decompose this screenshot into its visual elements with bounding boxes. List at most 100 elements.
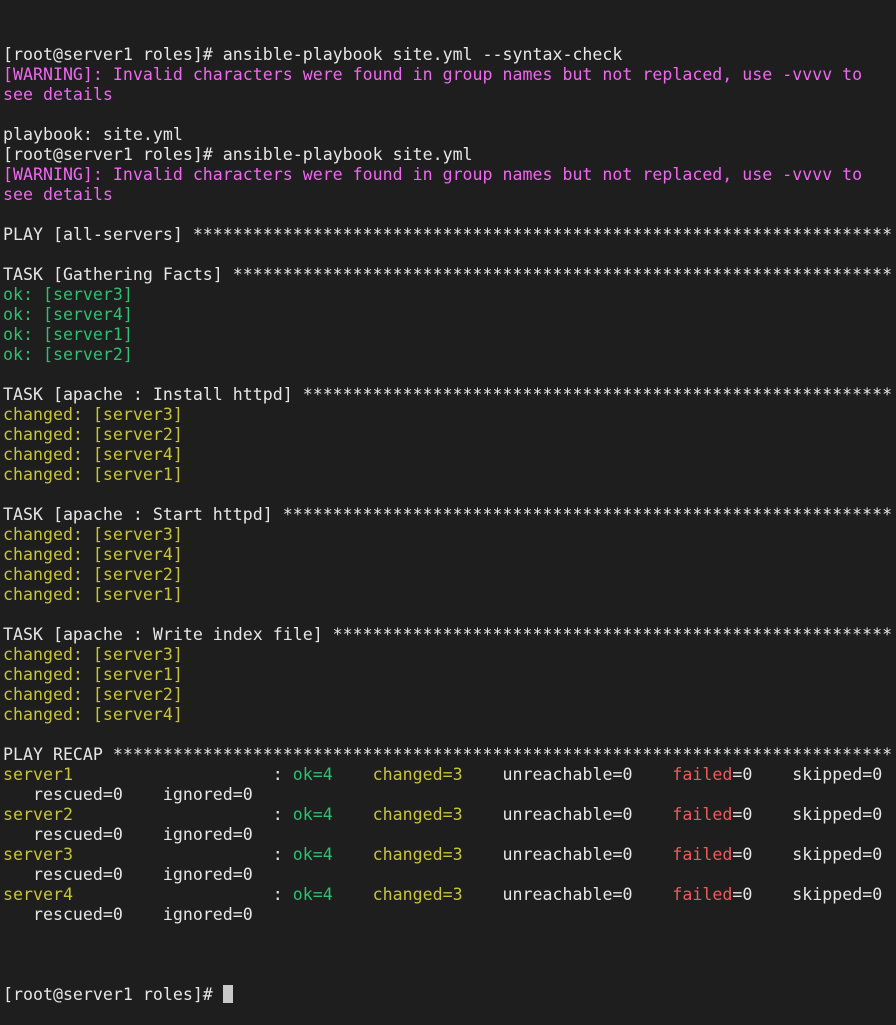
terminal-text-segment: changed=3: [372, 845, 463, 864]
terminal-text-segment: changed: [server3]: [3, 645, 183, 664]
terminal-line: ok: [server4]: [3, 305, 896, 325]
terminal-text-segment: changed: [server2]: [3, 425, 183, 444]
terminal-line: rescued=0 ignored=0: [3, 785, 896, 805]
terminal-line: see details: [3, 185, 896, 205]
terminal-line: PLAY [all-servers] *********************…: [3, 225, 896, 245]
terminal-text-segment: :: [72, 805, 293, 824]
terminal-text-segment: changed: [server1]: [3, 585, 183, 604]
terminal-text-segment: failed: [672, 845, 733, 864]
terminal-text-segment: failed: [672, 805, 733, 824]
terminal-text-segment: changed: [server4]: [3, 705, 183, 724]
terminal-line: rescued=0 ignored=0: [3, 905, 896, 925]
terminal-text-segment: see details: [3, 85, 113, 104]
terminal-text-segment: :: [72, 845, 293, 864]
terminal-line: TASK [Gathering Facts] *****************…: [3, 265, 896, 285]
terminal-text-segment: changed=3: [372, 885, 463, 904]
terminal-text-segment: =0 skipped=0: [732, 765, 883, 784]
terminal-line: ok: [server2]: [3, 345, 896, 365]
terminal-text-segment: failed: [672, 765, 733, 784]
terminal-text-segment: server1: [3, 765, 73, 784]
terminal-line: changed: [server3]: [3, 405, 896, 425]
terminal-text-segment: PLAY RECAP *****************************…: [3, 745, 893, 764]
terminal-text-segment: TASK [apache : Install httpd] **********…: [3, 385, 893, 404]
terminal-text-segment: ok=4: [292, 845, 333, 864]
terminal-text-segment: unreachable=0: [462, 885, 673, 904]
terminal-text-segment: rescued=0 ignored=0: [3, 905, 253, 924]
terminal-text-segment: server4: [3, 885, 73, 904]
prompt-line[interactable]: [root@server1 roles]#: [3, 985, 896, 1005]
terminal-line: changed: [server2]: [3, 425, 896, 445]
terminal-text-segment: :: [72, 765, 293, 784]
terminal-text-segment: changed: [server3]: [3, 525, 183, 544]
terminal-text-segment: ok=4: [292, 765, 333, 784]
terminal-line: changed: [server4]: [3, 545, 896, 565]
terminal-text-segment: TASK [Gathering Facts] *****************…: [3, 265, 893, 284]
terminal-text-segment: changed: [server4]: [3, 445, 183, 464]
terminal-text-segment: :: [72, 885, 293, 904]
terminal-line: TASK [apache : Install httpd] **********…: [3, 385, 896, 405]
terminal-text-segment: ok: [server2]: [3, 345, 133, 364]
terminal-text-segment: server2: [3, 805, 73, 824]
terminal-line: server2 : ok=4 changed=3 unreachable=0 f…: [3, 805, 896, 825]
terminal-text-segment: TASK [apache : Start httpd] ************…: [3, 505, 893, 524]
terminal-line: playbook: site.yml: [3, 125, 896, 145]
terminal-text-segment: =0 skipped=0: [732, 845, 883, 864]
terminal-text-segment: rescued=0 ignored=0: [3, 865, 253, 884]
terminal-line: PLAY RECAP *****************************…: [3, 745, 896, 765]
terminal-text-segment: unreachable=0: [462, 805, 673, 824]
terminal-text-segment: [WARNING]: Invalid characters were found…: [3, 165, 863, 184]
terminal-text-segment: changed: [server3]: [3, 405, 183, 424]
terminal-text-segment: TASK [apache : Write index file] *******…: [3, 625, 893, 644]
terminal-text-segment: changed: [server4]: [3, 545, 183, 564]
terminal-line: server1 : ok=4 changed=3 unreachable=0 f…: [3, 765, 896, 785]
terminal-text-segment: ok: [server3]: [3, 285, 133, 304]
terminal-line: TASK [apache : Write index file] *******…: [3, 625, 896, 645]
terminal-text-segment: changed: [server1]: [3, 465, 183, 484]
terminal-line: changed: [server1]: [3, 585, 896, 605]
terminal-line: see details: [3, 85, 896, 105]
terminal-line: [WARNING]: Invalid characters were found…: [3, 165, 896, 185]
terminal-line: changed: [server4]: [3, 705, 896, 725]
terminal-text-segment: changed=3: [372, 765, 463, 784]
terminal-line: changed: [server4]: [3, 445, 896, 465]
terminal-text-segment: ok: [server4]: [3, 305, 133, 324]
terminal-text-segment: rescued=0 ignored=0: [3, 785, 253, 804]
terminal-output: [root@server1 roles]# ansible-playbook s…: [3, 5, 896, 1025]
terminal-line: [root@server1 roles]# ansible-playbook s…: [3, 45, 896, 65]
terminal-text-segment: changed: [server2]: [3, 565, 183, 584]
block-cursor-icon: [222, 985, 233, 1003]
terminal-text-segment: server3: [3, 845, 73, 864]
terminal-text-segment: changed: [server1]: [3, 665, 183, 684]
terminal-line: TASK [apache : Start httpd] ************…: [3, 505, 896, 525]
terminal-line: changed: [server1]: [3, 465, 896, 485]
terminal-line: rescued=0 ignored=0: [3, 865, 896, 885]
terminal-text-segment: ok=4: [292, 885, 333, 904]
terminal-line: ok: [server3]: [3, 285, 896, 305]
terminal-text-segment: =0 skipped=0: [732, 805, 883, 824]
terminal-line: rescued=0 ignored=0: [3, 825, 896, 845]
terminal-text-segment: rescued=0 ignored=0: [3, 825, 253, 844]
terminal-line: [WARNING]: Invalid characters were found…: [3, 65, 896, 85]
shell-prompt: [root@server1 roles]#: [3, 985, 223, 1004]
terminal-text-segment: =0 skipped=0: [732, 885, 883, 904]
terminal-text-segment: playbook: site.yml: [3, 125, 183, 144]
terminal-text-segment: ok: [server1]: [3, 325, 133, 344]
terminal-line: server4 : ok=4 changed=3 unreachable=0 f…: [3, 885, 896, 905]
terminal-line: changed: [server3]: [3, 645, 896, 665]
terminal-text-segment: changed=3: [372, 805, 463, 824]
terminal-line: changed: [server2]: [3, 565, 896, 585]
terminal-line: [root@server1 roles]# ansible-playbook s…: [3, 145, 896, 165]
terminal-line: changed: [server1]: [3, 665, 896, 685]
